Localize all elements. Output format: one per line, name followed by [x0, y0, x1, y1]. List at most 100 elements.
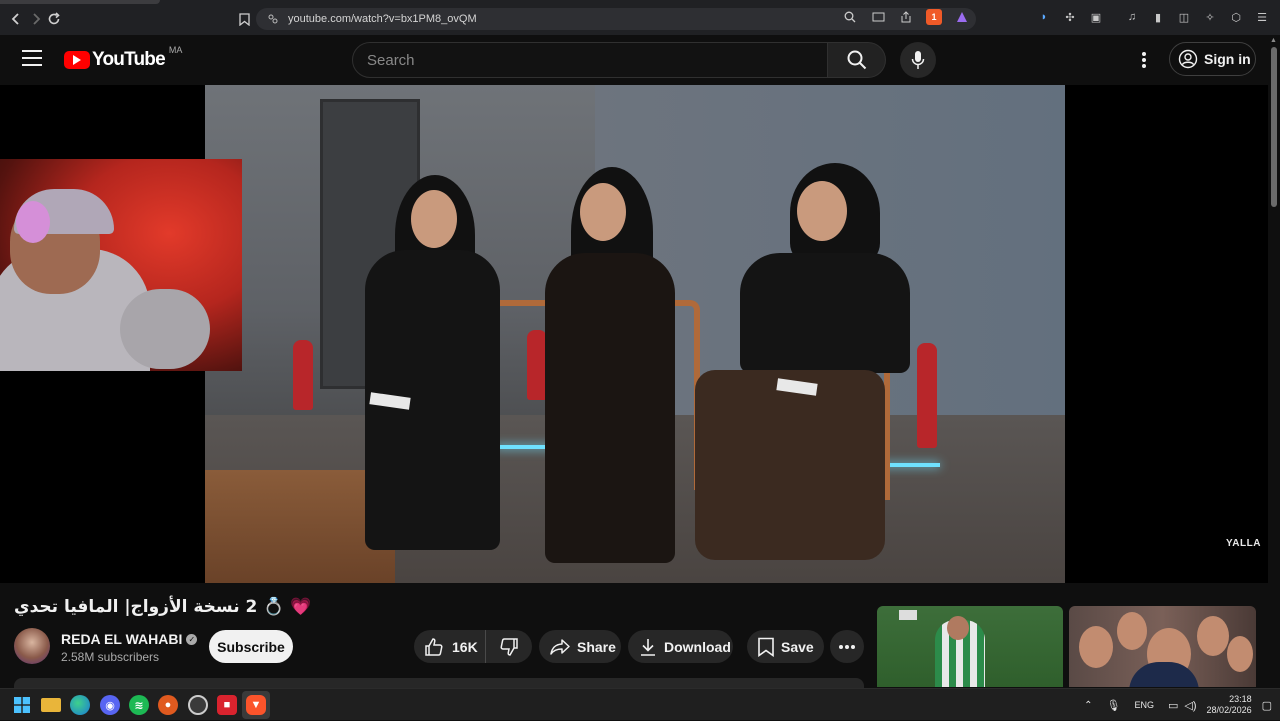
country-code: MA: [168, 45, 183, 55]
youtube-play-icon: [64, 51, 90, 69]
footballer-face: [947, 616, 969, 640]
reload-icon[interactable]: [44, 9, 64, 29]
system-tray: ⌃ 🎙 ENG ▭ ◁) 23:18 28/02/2026 ▢: [1084, 689, 1280, 721]
like-button[interactable]: 16K: [414, 630, 486, 663]
face: [1227, 636, 1253, 672]
video-title: 💗 💍 2 نسخة الأزواج| المافيا تحدي: [14, 597, 312, 617]
subscribe-button[interactable]: Subscribe: [209, 630, 293, 663]
browser-toolbar: youtube.com/watch?v=bx1PM8_ovQM 1 ◗ ✣ ▣ …: [0, 0, 1280, 35]
mic-icon: [911, 51, 925, 69]
share-page-icon[interactable]: [898, 9, 914, 25]
youtube-logo[interactable]: YouTube MA: [64, 45, 182, 71]
youtube-header: YouTube MA Sign in: [0, 35, 1280, 85]
wallet-icon[interactable]: ◫: [1176, 9, 1192, 25]
shield-count: 1: [931, 12, 937, 22]
search-icon: [847, 50, 866, 70]
face: [1079, 626, 1113, 668]
spotify-icon[interactable]: ≋: [129, 695, 149, 715]
search-input[interactable]: [352, 42, 828, 78]
channel-name-row[interactable]: REDA EL WAHABI ✓: [61, 631, 198, 647]
account-icon: [1178, 49, 1198, 69]
settings-menu-icon[interactable]: [1136, 50, 1152, 70]
fire-extinguisher: [917, 343, 937, 448]
volume-icon[interactable]: ◁): [1184, 699, 1196, 712]
recommended-video-thumbnail[interactable]: [877, 606, 1063, 687]
scrollbar-thumb[interactable]: [1271, 47, 1277, 207]
streamer-facecam: [0, 159, 242, 371]
sign-in-label: Sign in: [1204, 51, 1251, 67]
channel-avatar[interactable]: [14, 628, 50, 664]
download-label: Download: [664, 638, 731, 655]
site-settings-icon[interactable]: [266, 12, 280, 26]
dislike-button[interactable]: [486, 630, 532, 663]
url-text: youtube.com/watch?v=bx1PM8_ovQM: [288, 13, 477, 25]
file-explorer-icon[interactable]: [41, 698, 61, 712]
language-indicator[interactable]: ENG: [1135, 700, 1155, 710]
head: [797, 181, 847, 241]
extension-icon[interactable]: ◗: [1036, 9, 1052, 25]
notification-icon[interactable]: ▢: [1262, 699, 1272, 712]
clock-date: 28/02/2026: [1206, 705, 1252, 715]
discord-icon[interactable]: ◉: [100, 695, 120, 715]
leo-icon[interactable]: ✧: [1202, 9, 1218, 25]
windows-taskbar: ◉ ≋ ● ■ ▼ ⌃ 🎙 ENG ▭ ◁) 23:18 28/02/2026 …: [0, 688, 1280, 720]
media-icon[interactable]: ♫: [1124, 9, 1140, 25]
page-scrollbar[interactable]: ▲: [1268, 35, 1280, 687]
share-label: Share: [577, 638, 616, 655]
windows-start-icon[interactable]: [12, 695, 32, 715]
sign-in-button[interactable]: Sign in: [1169, 42, 1256, 76]
puzzle-icon[interactable]: ✣: [1062, 9, 1078, 25]
save-label: Save: [781, 638, 814, 655]
face: [1117, 612, 1147, 650]
browser-menu-icon[interactable]: ☰: [1254, 9, 1270, 25]
back-icon[interactable]: [6, 9, 26, 29]
download-button[interactable]: Download: [628, 630, 733, 663]
scroll-up-icon[interactable]: ▲: [1270, 37, 1277, 44]
download-icon: [641, 638, 655, 656]
share-icon: [550, 638, 570, 655]
bookmark-icon[interactable]: [236, 11, 252, 27]
channel-name[interactable]: REDA EL WAHABI: [61, 631, 182, 647]
video-frame: [205, 85, 1065, 583]
woman-middle: [545, 253, 675, 563]
search-button[interactable]: [828, 42, 886, 78]
network-icon[interactable]: ▭: [1168, 699, 1178, 712]
video-player[interactable]: YALLA: [0, 85, 1268, 583]
description-box[interactable]: [14, 678, 864, 688]
obs-icon[interactable]: [188, 695, 208, 715]
headphone: [16, 201, 50, 243]
tray-overflow-icon[interactable]: ⌃: [1084, 700, 1092, 711]
logo-text: YouTube: [92, 49, 166, 70]
save-button[interactable]: Save: [747, 630, 824, 663]
sidebar-icon[interactable]: ▮: [1150, 9, 1166, 25]
brave-rewards-icon[interactable]: [954, 9, 970, 25]
more-actions-button[interactable]: [830, 630, 864, 663]
like-count: 16K: [452, 638, 478, 655]
head: [580, 183, 626, 241]
app-icon[interactable]: ●: [158, 695, 178, 715]
hamburger-menu-icon[interactable]: [22, 50, 42, 68]
channel-watermark: YALLA: [1226, 538, 1261, 549]
bookmark-save-icon: [758, 637, 774, 657]
share-button[interactable]: Share: [539, 630, 621, 663]
media-app-icon[interactable]: ■: [217, 695, 237, 715]
screenshot-icon[interactable]: ▣: [1088, 9, 1104, 25]
clock[interactable]: 23:18 28/02/2026: [1207, 694, 1252, 716]
subscriber-count: 2.58M subscribers: [61, 650, 160, 664]
clock-time: 23:18: [1229, 694, 1252, 704]
voice-search-button[interactable]: [900, 42, 936, 78]
woman-right-top: [740, 253, 910, 373]
brave-shield-icon[interactable]: 1: [926, 9, 942, 25]
edge-icon[interactable]: [70, 695, 90, 715]
thumbs-down-icon: [500, 637, 518, 656]
zoom-icon[interactable]: [842, 9, 858, 25]
vpn-icon[interactable]: ⬡: [1228, 9, 1244, 25]
microphone-tray-icon[interactable]: 🎙: [1107, 699, 1121, 712]
brave-browser-icon[interactable]: ▼: [246, 695, 266, 715]
thumbs-up-icon: [425, 637, 443, 656]
forward-icon[interactable]: [26, 9, 46, 29]
recommended-video-thumbnail[interactable]: [1069, 606, 1256, 687]
woman-right-trousers: [695, 370, 885, 560]
head: [411, 190, 457, 248]
cast-icon[interactable]: [870, 9, 886, 25]
